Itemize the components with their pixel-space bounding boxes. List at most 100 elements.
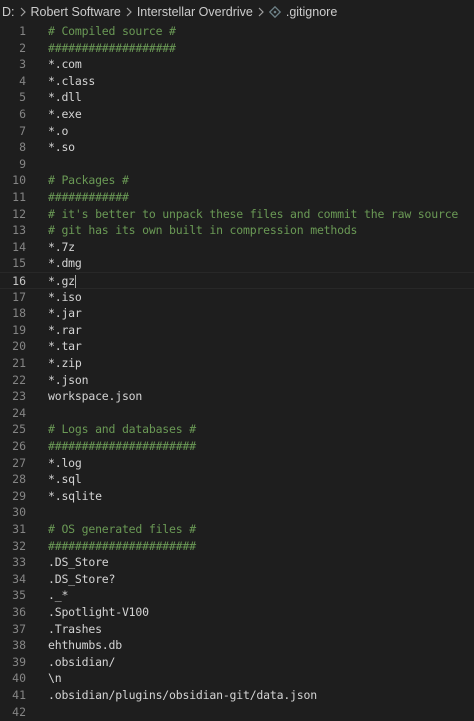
code-line[interactable]: 5 *.dll [0, 89, 474, 106]
code-text[interactable]: *.7z [48, 239, 75, 256]
code-line[interactable]: 29 *.sqlite [0, 488, 474, 505]
code-line[interactable]: 24 [0, 405, 474, 422]
code-text[interactable]: *.gz [48, 273, 75, 290]
code-text[interactable]: workspace.json [48, 388, 142, 405]
code-text[interactable]: .obsidian/plugins/obsidian-git/data.json [48, 687, 317, 704]
code-editor[interactable]: 1 # Compiled source #2 ###################… [0, 22, 474, 721]
code-line[interactable]: 3 *.com [0, 56, 474, 73]
code-text[interactable]: .DS_Store [48, 554, 109, 571]
breadcrumb-folder-robert-software[interactable]: Robert Software [31, 5, 121, 19]
line-number: 36 [12, 605, 26, 619]
code-line[interactable]: 17 *.iso [0, 289, 474, 306]
code-line[interactable]: 42 [0, 704, 474, 721]
code-text[interactable]: *.class [48, 73, 95, 90]
line-number: 38 [12, 638, 26, 653]
code-line[interactable]: 28 *.sql [0, 471, 474, 488]
code-line[interactable]: 27 *.log [0, 455, 474, 472]
code-line[interactable]: 22 *.json [0, 372, 474, 389]
code-text[interactable]: *.so [48, 139, 75, 156]
code-line[interactable]: 38 ehthumbs.db [0, 637, 474, 654]
breadcrumb-folder-interstellar-overdrive[interactable]: Interstellar Overdrive [137, 5, 253, 19]
code-line[interactable]: 37 .Trashes [0, 621, 474, 638]
code-line[interactable]: 16 *.gz [0, 272, 474, 289]
code-line[interactable]: 11 ############ [0, 189, 474, 206]
code-line[interactable]: 36 .Spotlight-V100 [0, 604, 474, 621]
line-number: 5 [19, 90, 26, 105]
code-line[interactable]: 12 # it's better to unpack these files an… [0, 206, 474, 223]
code-line[interactable]: 19 *.rar [0, 322, 474, 339]
code-line[interactable]: 18 *.jar [0, 305, 474, 322]
code-text[interactable]: *.com [48, 56, 82, 73]
chevron-right-icon [256, 5, 266, 19]
code-text[interactable]: ehthumbs.db [48, 637, 122, 654]
code-text[interactable]: *.zip [48, 355, 82, 372]
code-text[interactable]: *.log [48, 455, 82, 472]
code-line[interactable]: 2 ################### [0, 40, 474, 57]
code-line[interactable]: 35 ._* [0, 587, 474, 604]
code-comment[interactable]: # Logs and databases # [48, 421, 196, 438]
line-number: 13 [12, 223, 26, 238]
code-line[interactable]: 31 # OS generated files # [0, 521, 474, 538]
code-line[interactable]: 39 .obsidian/ [0, 654, 474, 671]
code-line[interactable]: 40 \n [0, 670, 474, 687]
code-comment[interactable]: # Packages # [48, 172, 129, 189]
code-line[interactable]: 13 # git has its own built in compression… [0, 222, 474, 239]
code-line[interactable]: 14 *.7z [0, 239, 474, 256]
line-number: 26 [12, 439, 26, 453]
code-line[interactable]: 4 *.class [0, 73, 474, 90]
code-text[interactable]: *.rar [48, 322, 82, 339]
code-line[interactable]: 6 *.exe [0, 106, 474, 123]
code-text[interactable]: \n [48, 670, 62, 687]
code-text[interactable]: *.dll [48, 89, 82, 106]
code-comment[interactable]: # Compiled source # [48, 23, 176, 40]
code-line[interactable]: 10 # Packages # [0, 172, 474, 189]
code-text[interactable]: .Trashes [48, 621, 102, 638]
code-line[interactable]: 21 *.zip [0, 355, 474, 372]
code-line[interactable]: 41 .obsidian/plugins/obsidian-git/data.js… [0, 687, 474, 704]
breadcrumb-drive[interactable]: D: [2, 5, 15, 19]
code-comment[interactable]: ################### [48, 40, 176, 57]
code-line[interactable]: 1 # Compiled source # [0, 23, 474, 40]
line-number: 42 [12, 704, 26, 719]
code-line[interactable]: 7 *.o [0, 123, 474, 140]
code-comment[interactable]: # it's better to unpack these files and … [48, 206, 458, 223]
code-comment[interactable]: ###################### [48, 538, 196, 555]
code-text[interactable]: *.o [48, 123, 68, 140]
code-line[interactable]: 8 *.so [0, 139, 474, 156]
code-comment[interactable]: ###################### [48, 438, 196, 455]
code-comment[interactable]: ############ [48, 189, 129, 206]
code-line[interactable]: 15 *.dmg [0, 255, 474, 272]
line-number: 23 [12, 389, 26, 404]
code-line[interactable]: 30 [0, 504, 474, 521]
code-text[interactable]: *.sqlite [48, 488, 102, 505]
code-line[interactable]: 26 ###################### [0, 438, 474, 455]
code-line[interactable]: 32 ###################### [0, 538, 474, 555]
line-number: 21 [12, 356, 26, 370]
code-text[interactable]: *.exe [48, 106, 82, 123]
code-line[interactable]: 34 .DS_Store? [0, 571, 474, 588]
breadcrumb-file[interactable]: .gitignore [286, 5, 337, 19]
code-line[interactable]: 9 [0, 156, 474, 173]
line-number: 34 [12, 571, 26, 586]
code-line[interactable]: 33 .DS_Store [0, 554, 474, 571]
code-text[interactable]: .obsidian/ [48, 654, 115, 671]
code-text[interactable]: .Spotlight-V100 [48, 604, 149, 621]
code-line[interactable]: 20 *.tar [0, 338, 474, 355]
code-text[interactable]: *.json [48, 372, 89, 389]
code-text[interactable]: *.jar [48, 305, 82, 322]
code-text[interactable]: ._* [48, 587, 68, 604]
code-comment[interactable]: # OS generated files # [48, 521, 196, 538]
line-number: 2 [19, 40, 26, 55]
code-text[interactable]: *.sql [48, 471, 82, 488]
line-number: 15 [12, 256, 26, 271]
code-text[interactable]: *.tar [48, 338, 82, 355]
code-text[interactable]: *.iso [48, 289, 82, 306]
code-comment[interactable]: # git has its own built in compression m… [48, 222, 357, 239]
code-line[interactable]: 23 workspace.json [0, 388, 474, 405]
line-number: 1 [19, 24, 26, 38]
code-text[interactable]: *.dmg [48, 255, 82, 272]
line-number: 25 [12, 422, 26, 437]
code-text[interactable]: .DS_Store? [48, 571, 115, 588]
line-number: 12 [12, 206, 26, 221]
code-line[interactable]: 25 # Logs and databases # [0, 421, 474, 438]
